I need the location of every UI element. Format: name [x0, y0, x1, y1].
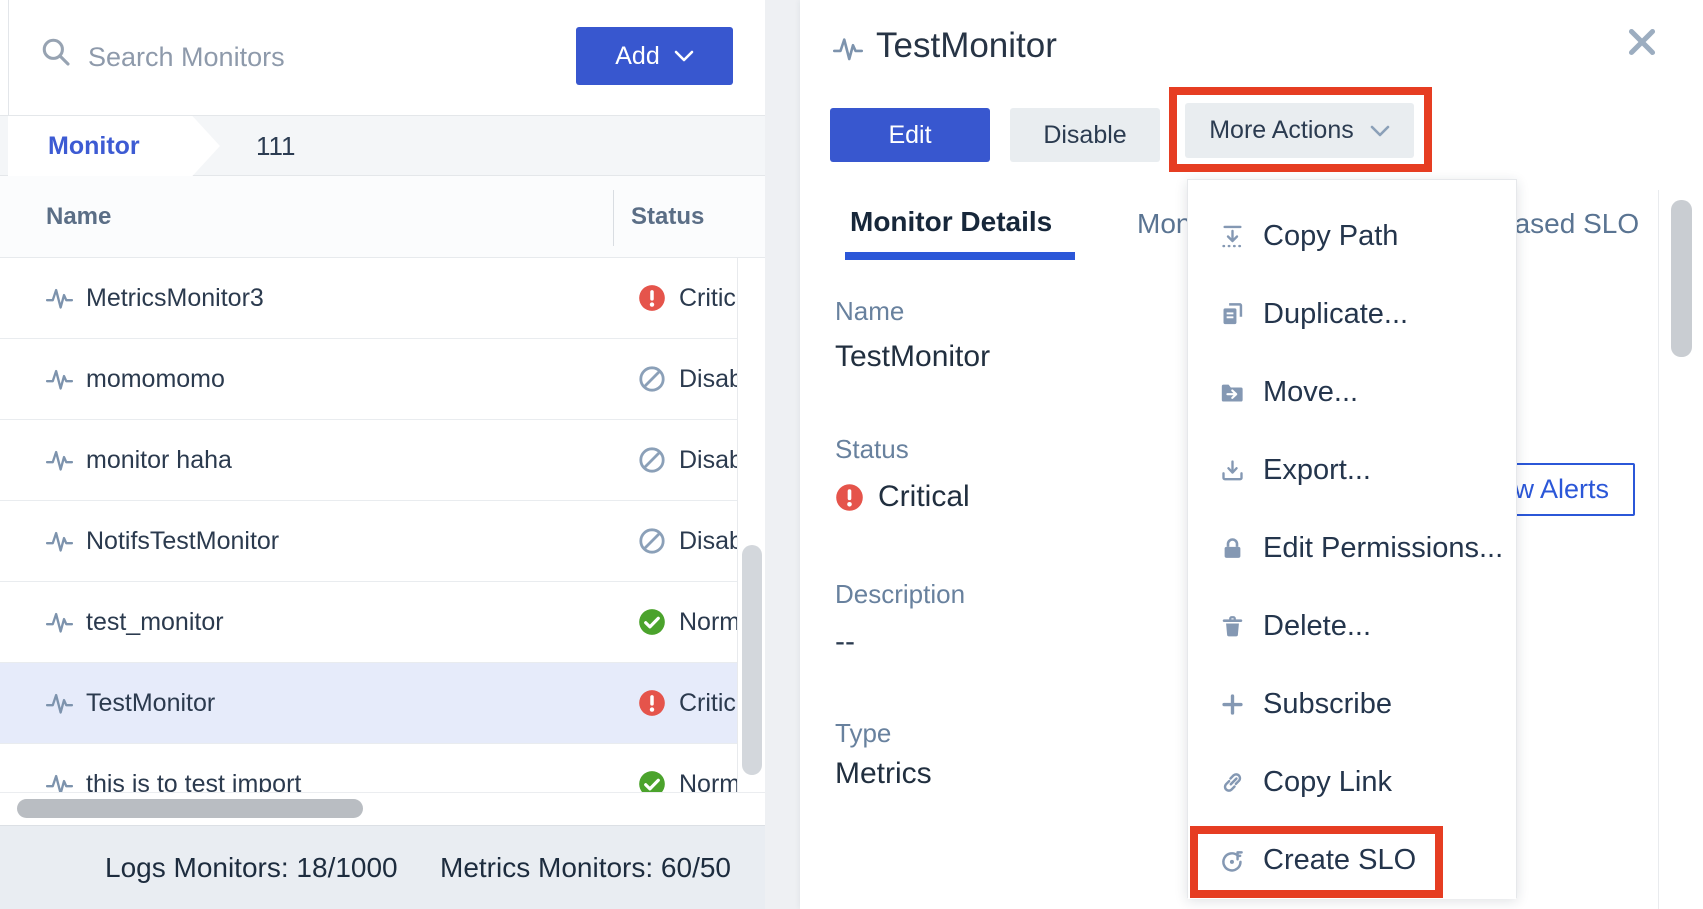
- field-value-name: TestMonitor: [835, 340, 990, 374]
- panel-gap: [765, 0, 800, 909]
- monitor-quota-footer: Logs Monitors: 18/1000 Metrics Monitors:…: [0, 825, 765, 909]
- menu-item-delete[interactable]: Delete...: [1188, 587, 1516, 665]
- monitor-name: NotifsTestMonitor: [86, 501, 279, 581]
- chevron-down-icon: [674, 50, 694, 62]
- menu-item-copy-path[interactable]: Copy Path: [1188, 197, 1516, 275]
- table-row[interactable]: test_monitor Normal: [0, 582, 765, 663]
- critical-icon: [835, 483, 864, 512]
- field-label-type: Type: [835, 718, 891, 749]
- field-value-type: Metrics: [835, 757, 932, 791]
- duplicate-icon: [1219, 301, 1246, 328]
- tab-monitor-details[interactable]: Monitor Details: [850, 206, 1052, 238]
- status-text: Critical: [878, 480, 970, 514]
- monitor-name: MetricsMonitor3: [86, 258, 264, 338]
- move-icon: [1219, 379, 1246, 406]
- add-button-label: Add: [615, 42, 659, 71]
- monitor-pulse-icon: [46, 366, 73, 393]
- menu-item-edit-permissions[interactable]: Edit Permissions...: [1188, 509, 1516, 587]
- app-window: Add Monitor 111 Name Status MetricsMonit…: [0, 0, 1703, 909]
- more-actions-label: More Actions: [1209, 116, 1354, 145]
- monitor-pulse-icon: [46, 285, 73, 312]
- tab-monitor-second[interactable]: Mon: [1137, 208, 1191, 240]
- breadcrumb-monitor-label: Monitor: [48, 132, 140, 161]
- chevron-down-icon: [1370, 125, 1390, 137]
- column-divider: [613, 190, 614, 246]
- monitor-pulse-icon: [46, 528, 73, 555]
- normal-icon: [638, 608, 666, 636]
- copy-path-icon: [1219, 223, 1246, 250]
- field-label-status: Status: [835, 434, 909, 465]
- monitor-name: momomomo: [86, 339, 225, 419]
- menu-item-duplicate[interactable]: Duplicate...: [1188, 275, 1516, 353]
- field-value-description: --: [835, 625, 855, 659]
- list-horizontal-scrollbar-thumb[interactable]: [17, 799, 363, 818]
- menu-item-move[interactable]: Move...: [1188, 353, 1516, 431]
- monitor-list-panel: Add Monitor 111 Name Status MetricsMonit…: [0, 0, 765, 909]
- table-row[interactable]: monitor haha Disabled: [0, 420, 765, 501]
- critical-icon: [638, 284, 666, 312]
- create-slo-icon: [1219, 847, 1246, 874]
- disabled-icon: [638, 446, 666, 474]
- field-label-name: Name: [835, 296, 904, 327]
- column-header-name[interactable]: Name: [46, 176, 111, 258]
- monitor-name: test_monitor: [86, 582, 224, 662]
- monitor-pulse-icon: [46, 447, 73, 474]
- tab-based-slo[interactable]: based SLO: [1499, 208, 1639, 240]
- column-header-status[interactable]: Status: [631, 176, 704, 258]
- link-icon: [1219, 769, 1246, 796]
- breadcrumb-monitor-tab[interactable]: Monitor: [8, 116, 220, 176]
- monitor-pulse-icon: [46, 609, 73, 636]
- close-icon[interactable]: [1624, 24, 1660, 60]
- critical-icon: [638, 689, 666, 717]
- plus-icon: [1219, 691, 1246, 718]
- active-tab-underline: [845, 252, 1075, 260]
- table-row[interactable]: momomomo Disabled: [0, 339, 765, 420]
- detail-vertical-scrollbar-thumb[interactable]: [1671, 200, 1692, 357]
- more-actions-menu: Copy Path Duplicate... Move... Export...…: [1187, 179, 1517, 898]
- edit-button[interactable]: Edit: [830, 108, 990, 162]
- field-value-status: Critical: [835, 480, 970, 514]
- monitor-name: monitor haha: [86, 420, 232, 500]
- logs-monitors-count: Logs Monitors: 18/1000: [105, 826, 398, 909]
- table-row[interactable]: NotifsTestMonitor Disabled: [0, 501, 765, 582]
- menu-item-create-slo[interactable]: Create SLO: [1188, 821, 1516, 899]
- table-row[interactable]: TestMonitor Critical: [0, 663, 765, 744]
- add-button[interactable]: Add: [576, 27, 733, 85]
- menu-item-export[interactable]: Export...: [1188, 431, 1516, 509]
- export-icon: [1219, 457, 1246, 484]
- monitor-name: TestMonitor: [86, 663, 215, 743]
- table-row[interactable]: MetricsMonitor3 Critical: [0, 258, 765, 339]
- more-actions-button[interactable]: More Actions: [1185, 103, 1414, 158]
- search-input[interactable]: [86, 30, 476, 84]
- disabled-icon: [638, 365, 666, 393]
- monitor-pulse-icon: [833, 34, 863, 64]
- monitor-pulse-icon: [46, 690, 73, 717]
- breadcrumb-count[interactable]: 111: [256, 116, 296, 176]
- monitor-rows: MetricsMonitor3 Critical momomomo Disabl…: [0, 258, 765, 825]
- metrics-monitors-count: Metrics Monitors: 60/50: [440, 826, 731, 909]
- trash-icon: [1219, 613, 1246, 640]
- field-label-description: Description: [835, 579, 965, 610]
- list-vertical-scrollbar-thumb[interactable]: [742, 545, 762, 775]
- search-icon: [40, 36, 72, 68]
- menu-item-copy-link[interactable]: Copy Link: [1188, 743, 1516, 821]
- disable-button[interactable]: Disable: [1010, 108, 1160, 162]
- lock-icon: [1219, 535, 1246, 562]
- menu-item-subscribe[interactable]: Subscribe: [1188, 665, 1516, 743]
- disabled-icon: [638, 527, 666, 555]
- detail-panel-title: TestMonitor: [876, 26, 1057, 66]
